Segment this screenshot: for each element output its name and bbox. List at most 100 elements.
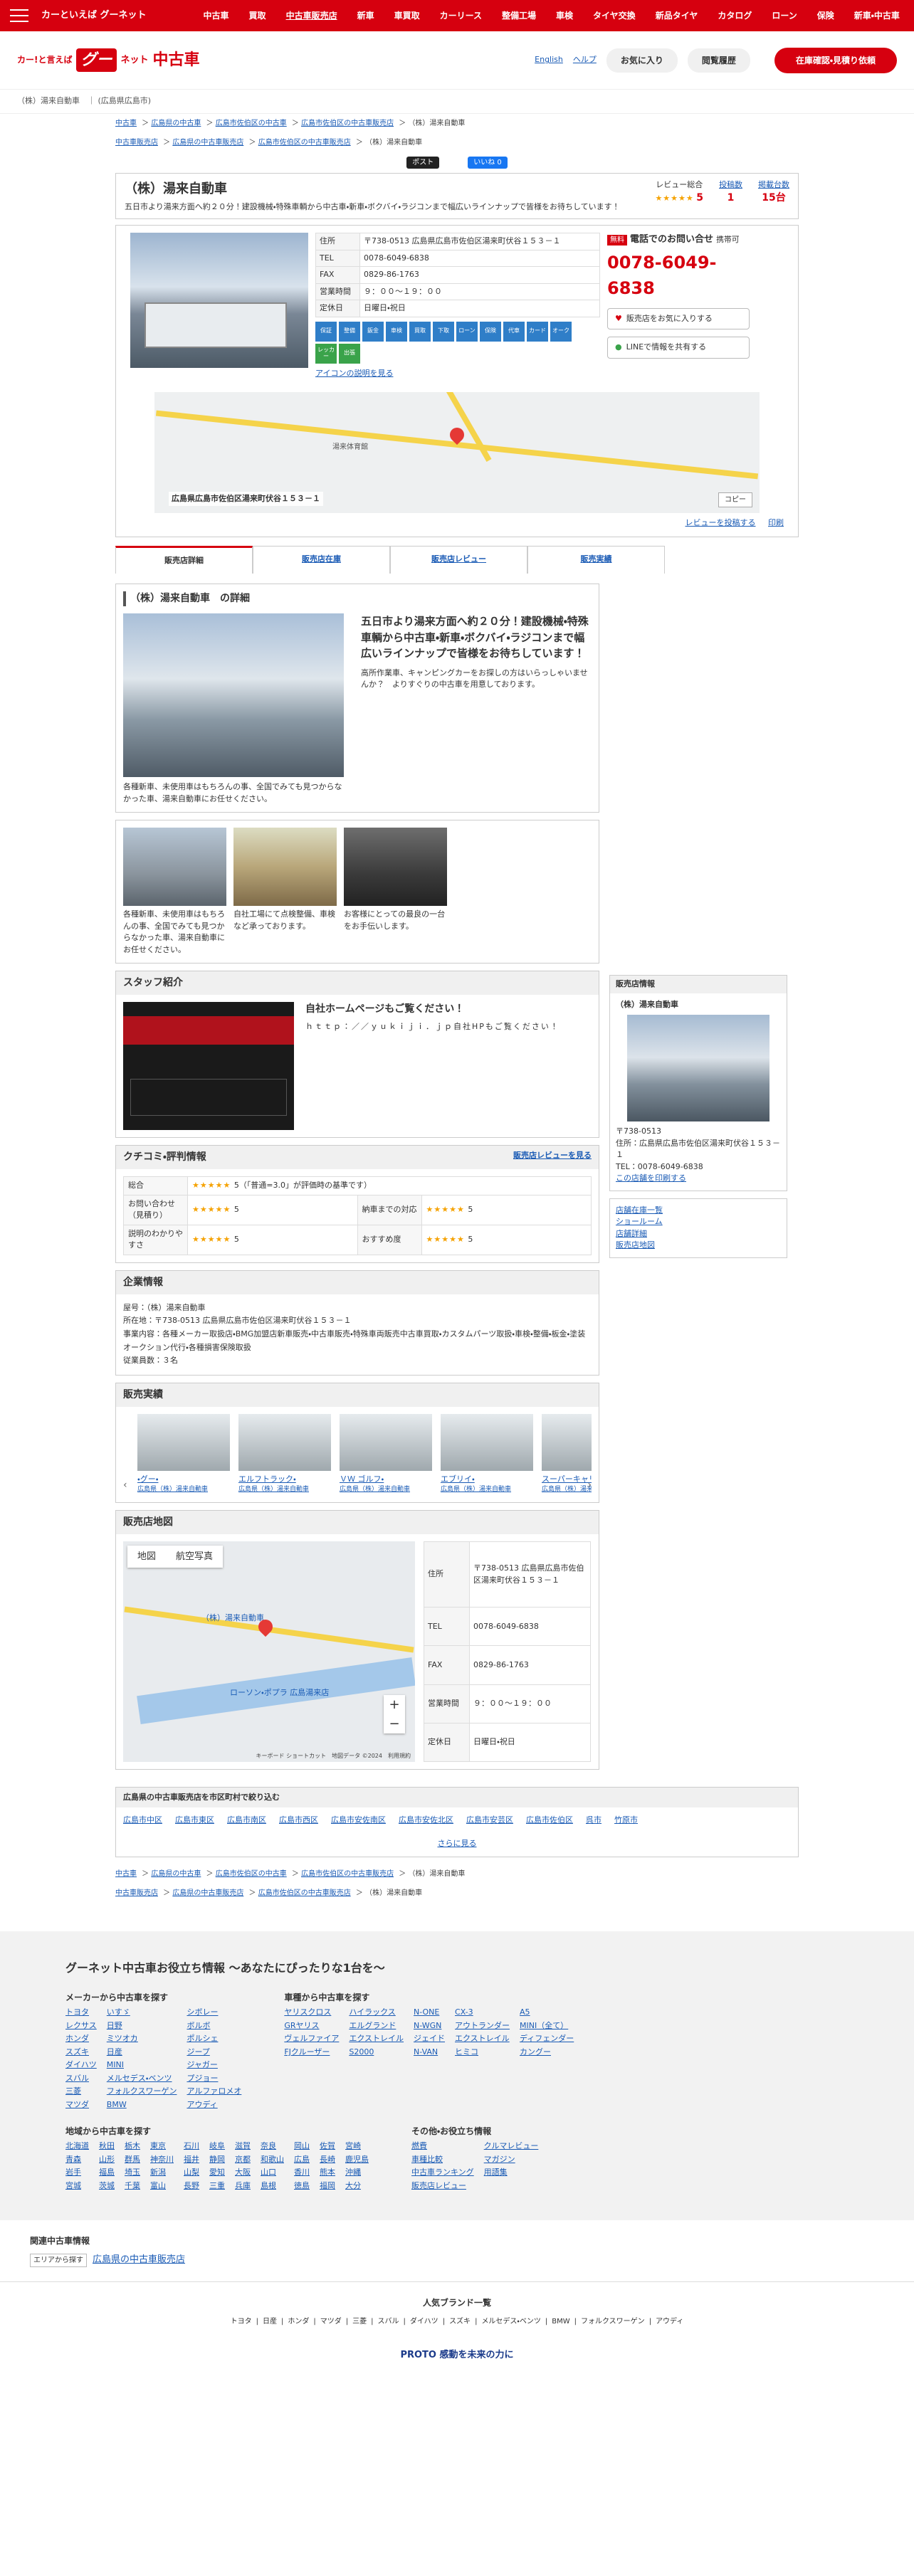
footer-link[interactable]: 千葉 [125, 2180, 140, 2192]
nav-item[interactable]: 中古車販売店 [286, 9, 337, 22]
small-map[interactable]: 湯来体育館 広島県広島市佐伯区湯来町伏谷１５３－１ コピー [154, 392, 760, 513]
footer-link[interactable]: ミツオカ [107, 2033, 177, 2045]
footer-link[interactable]: プジョー [187, 2073, 241, 2085]
city-link[interactable]: 広島市安佐南区 [331, 1815, 386, 1827]
brand-link[interactable]: BMW [552, 2318, 569, 2326]
nav-item[interactable]: 新車・中古車 [854, 9, 900, 22]
footer-link[interactable]: 神奈川 [150, 2154, 174, 2166]
footer-link[interactable]: 福岡 [320, 2180, 335, 2192]
footer-link[interactable]: ポルシェ [187, 2033, 241, 2045]
footer-link[interactable]: 燃費 [411, 2140, 474, 2153]
map-type-button[interactable]: 地図 [127, 1546, 166, 1568]
footer-link[interactable]: いすゞ [107, 2007, 177, 2019]
footer-link[interactable]: ヒミコ [455, 2047, 510, 2059]
footer-link[interactable]: 新潟 [150, 2167, 174, 2179]
footer-link[interactable]: レクサス [65, 2020, 97, 2032]
footer-link[interactable]: マツダ [65, 2099, 97, 2111]
footer-link[interactable]: 北海道 [65, 2140, 89, 2153]
review-link[interactable]: 販売店レビューを見る [513, 1150, 592, 1162]
footer-link[interactable]: 佐賀 [320, 2140, 335, 2153]
breadcrumb-link[interactable]: 中古車 [115, 120, 137, 127]
footer-link[interactable]: 大阪 [235, 2167, 251, 2179]
sold-car-name[interactable]: エルフトラック・ [238, 1474, 331, 1486]
city-link[interactable]: 呉市 [586, 1815, 602, 1827]
footer-link[interactable]: 日野 [107, 2020, 177, 2032]
sold-car-shop[interactable]: 広島県（株）湯来自動車 [340, 1485, 432, 1495]
review-count-link[interactable]: 投稿数 [719, 180, 742, 189]
footer-link[interactable]: ハイラックス [349, 2007, 404, 2019]
city-link[interactable]: 竹原市 [614, 1815, 638, 1827]
footer-link[interactable]: 香川 [294, 2167, 310, 2179]
footer-link[interactable]: シボレー [187, 2007, 241, 2019]
footer-link[interactable]: 滋賀 [235, 2140, 251, 2153]
footer-link[interactable]: スズキ [65, 2047, 97, 2059]
sold-car[interactable]: ＶＷ ゴルフ・ 広島県（株）湯来自動車 [340, 1413, 432, 1495]
sold-car-name[interactable]: ＶＷ ゴルフ・ [340, 1474, 432, 1486]
footer-link[interactable]: 石川 [184, 2140, 199, 2153]
footer-link[interactable]: カングー [520, 2047, 574, 2059]
sold-car-name[interactable]: ・グー・ [137, 1474, 230, 1486]
footer-link[interactable]: ディフェンダー [520, 2033, 574, 2045]
nav-item[interactable]: カーリース [440, 9, 482, 22]
breadcrumb-link[interactable]: 広島市佐伯区の中古車販売店 [301, 120, 394, 127]
footer-link[interactable]: ジャガー [187, 2059, 241, 2071]
brand-link[interactable]: 三菱 [352, 2318, 367, 2326]
footer-link[interactable]: 三菱 [65, 2086, 97, 2098]
footer-link[interactable]: GRヤリス [284, 2020, 339, 2032]
footer-link[interactable]: ヤリスクロス [284, 2007, 339, 2019]
footer-link[interactable]: 大分 [345, 2180, 369, 2192]
brand-link[interactable]: ホンダ [288, 2318, 309, 2326]
footer-link[interactable]: 沖縄 [345, 2167, 369, 2179]
footer-link[interactable]: エルグランド [349, 2020, 404, 2032]
brand-link[interactable]: スズキ [449, 2318, 471, 2326]
sold-car-shop[interactable]: 広島県（株）湯来自動車 [137, 1485, 230, 1495]
sold-car[interactable]: スーパーキャリイ・広島県（株）湯来自動車 [542, 1413, 592, 1495]
nav-item[interactable]: カタログ [718, 9, 752, 22]
footer-link[interactable]: 宮崎 [345, 2140, 369, 2153]
nav-item[interactable]: 新品タイヤ [656, 9, 698, 22]
footer-link[interactable]: 鹿児島 [345, 2154, 369, 2166]
help-link[interactable]: ヘルプ [573, 54, 597, 66]
zoom-control[interactable]: + − [384, 1694, 405, 1733]
footer-link[interactable]: 長野 [184, 2180, 199, 2192]
footer-link[interactable]: 京都 [235, 2154, 251, 2166]
footer-link[interactable]: 静岡 [209, 2154, 225, 2166]
brand-link[interactable]: メルセデス・ベンツ [481, 2318, 540, 2326]
footer-link[interactable]: スバル [65, 2073, 97, 2085]
nav-item[interactable]: 中古車 [204, 9, 229, 22]
post-review-link[interactable]: レビューを投稿する [686, 518, 756, 527]
side-link[interactable]: 販売店地図 [616, 1240, 781, 1252]
nav-item[interactable]: 車買取 [394, 9, 420, 22]
tab-3[interactable]: 販売店レビュー [390, 545, 527, 574]
footer-link[interactable]: 車種比較 [411, 2154, 474, 2166]
city-link[interactable]: 広島市東区 [175, 1815, 214, 1827]
brand-link[interactable]: ダイハツ [410, 2318, 438, 2326]
footer-link[interactable]: 販売店レビュー [411, 2180, 474, 2192]
footer-link[interactable]: 福島 [99, 2167, 115, 2179]
satellite-type-button[interactable]: 航空写真 [166, 1546, 223, 1568]
footer-link[interactable]: クルマレビュー [484, 2140, 539, 2153]
print-link[interactable]: 印刷 [768, 518, 784, 527]
footer-link[interactable]: マガジン [484, 2154, 539, 2166]
shop-photo[interactable] [130, 233, 308, 368]
side-print-link[interactable]: この店舗を印刷する [616, 1173, 686, 1183]
breadcrumb-link[interactable]: 中古車 [115, 1870, 137, 1878]
goonet-logo[interactable]: カーといえば グーネット [41, 9, 147, 23]
phone-number[interactable]: 0078-6049-6838 [607, 250, 750, 301]
footer-link[interactable]: 熊本 [320, 2167, 335, 2179]
footer-link[interactable]: ジープ [187, 2047, 241, 2059]
footer-link[interactable]: 愛知 [209, 2167, 225, 2179]
footer-link[interactable]: MINI [107, 2059, 177, 2071]
footer-link[interactable]: N-VAN [414, 2047, 445, 2059]
footer-link[interactable]: A5 [520, 2007, 574, 2019]
footer-link[interactable]: トヨタ [65, 2007, 97, 2019]
footer-link[interactable]: 日産 [107, 2047, 177, 2059]
copy-address-button[interactable]: コピー [718, 492, 752, 507]
footer-link[interactable]: 三重 [209, 2180, 225, 2192]
footer-link[interactable]: 長崎 [320, 2154, 335, 2166]
footer-link[interactable]: 和歌山 [261, 2154, 284, 2166]
footer-link[interactable]: アウトランダー [455, 2020, 510, 2032]
side-link[interactable]: 店舗在庫一覧 [616, 1205, 781, 1217]
footer-link[interactable]: 岡山 [294, 2140, 310, 2153]
nav-item[interactable]: 保険 [817, 9, 834, 22]
